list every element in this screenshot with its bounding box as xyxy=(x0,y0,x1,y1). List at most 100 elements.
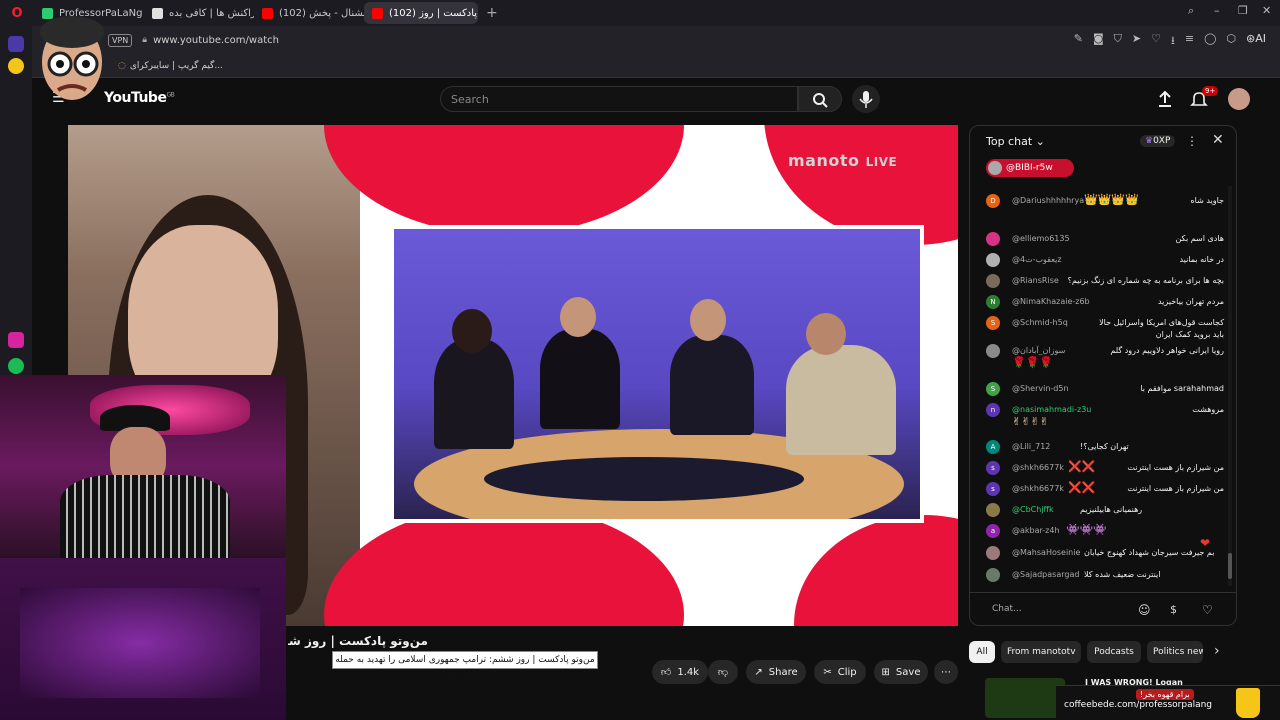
user-avatar[interactable] xyxy=(986,503,1000,517)
username[interactable]: @Lili_712 xyxy=(1012,441,1050,453)
chevron-right-icon[interactable]: › xyxy=(1214,643,1220,659)
bookmark-label: گیم گریپ | سایبرکرای... xyxy=(129,60,223,71)
user-avatar[interactable] xyxy=(986,232,1000,246)
username[interactable]: @NimaKhazaie-z6b xyxy=(1012,296,1090,308)
manoto-logo-text: manoto xyxy=(788,151,860,170)
username[interactable]: @MahsaHoseinie xyxy=(1012,547,1080,559)
username[interactable]: @Shervin-d5n xyxy=(1012,383,1069,395)
tab-3[interactable]: (102) منوتو پادکست | روز xyxy=(364,2,478,24)
heart-icon[interactable]: ♡ xyxy=(1151,32,1161,51)
chat-mode-dropdown[interactable]: Top chat ⌄ xyxy=(986,135,1045,148)
user-avatar[interactable]: s xyxy=(986,461,1000,475)
recommendation-thumbnail[interactable] xyxy=(985,678,1065,718)
username[interactable]: @akbar-z4h xyxy=(1012,525,1060,537)
xp-badge[interactable]: ♛0XP xyxy=(1140,135,1176,147)
profile-icon[interactable]: ◯ xyxy=(1204,32,1216,51)
instagram-icon[interactable] xyxy=(8,332,24,348)
user-avatar[interactable]: D xyxy=(986,194,1000,208)
chat-more-icon[interactable]: ⋮ xyxy=(1186,134,1198,148)
shield-icon[interactable]: ⛉ xyxy=(1114,32,1122,51)
user-avatar[interactable]: n xyxy=(986,403,1000,417)
tab-label: تراکنش ها | کافی بده xyxy=(169,7,254,19)
minimize-icon[interactable]: – xyxy=(1214,4,1220,17)
bookmark-item[interactable]: ◌ گیم گریپ | سایبرکرای... xyxy=(118,61,223,71)
save-label: Save xyxy=(895,666,921,678)
user-avatar[interactable] xyxy=(986,344,1000,358)
save-button[interactable]: ⊞ Save xyxy=(874,660,928,684)
super-chat-icon[interactable]: $ xyxy=(1170,603,1177,616)
notification-badge: 9+ xyxy=(1202,86,1219,96)
chip-podcasts[interactable]: Podcasts xyxy=(1087,641,1141,663)
username[interactable]: @یعقوب-ت4z xyxy=(1012,254,1062,266)
host-2-head xyxy=(560,297,596,337)
aria-icon[interactable] xyxy=(8,36,24,52)
user-avatar[interactable]: a xyxy=(986,524,1000,538)
chip-from-manototv[interactable]: From manototv xyxy=(1001,641,1081,663)
chat-header: Top chat ⌄ ♛0XP ⋮ ✕ xyxy=(970,126,1236,158)
search-icon xyxy=(813,93,828,108)
user-avatar[interactable]: s xyxy=(986,482,1000,496)
close-window-icon[interactable]: ✕ xyxy=(1262,4,1271,17)
maximize-icon[interactable]: ❐ xyxy=(1238,4,1248,17)
extension-icon[interactable]: ⬡ xyxy=(1226,32,1236,51)
pinboard-icon[interactable] xyxy=(8,58,24,74)
voice-search-button[interactable] xyxy=(852,85,880,113)
user-avatar[interactable] xyxy=(986,546,1000,560)
like-button[interactable]: 👍︎ 1.4k xyxy=(652,660,708,684)
chat-scroll-thumb[interactable] xyxy=(1228,553,1232,579)
youtube-logo[interactable]: YouTubeGB xyxy=(104,90,175,106)
more-actions-button[interactable]: ⋯ xyxy=(934,660,958,684)
username[interactable]: @CbChjffk xyxy=(1012,504,1054,516)
chat-input[interactable]: Chat... xyxy=(992,604,1022,614)
chat-scrollbar[interactable] xyxy=(1228,186,1232,586)
opera-logo-icon[interactable]: O xyxy=(0,6,34,21)
search-input[interactable]: Search xyxy=(440,86,798,112)
camera-icon[interactable]: ◙ xyxy=(1093,32,1104,51)
username[interactable]: @Dariushhhhhrya xyxy=(1012,195,1084,207)
url-field[interactable]: www.youtube.com/watch xyxy=(153,35,279,46)
pinned-user-chip[interactable]: @BIBI-r5w xyxy=(986,159,1074,177)
tab-2[interactable]: (102) ایران اینترنشنال - پخش xyxy=(254,2,364,24)
room-light xyxy=(20,588,260,698)
username[interactable]: @Sajadpasargad xyxy=(1012,569,1079,581)
chip-all[interactable]: All xyxy=(969,641,995,663)
close-icon[interactable]: ✕ xyxy=(1212,132,1224,148)
user-avatar[interactable]: A xyxy=(986,440,1000,454)
menu-icon[interactable]: ≡ xyxy=(1185,32,1194,51)
upload-icon[interactable] xyxy=(1156,90,1174,108)
user-avatar[interactable] xyxy=(986,568,1000,582)
new-tab-button[interactable]: + xyxy=(478,5,506,21)
user-avatar[interactable]: S xyxy=(986,382,1000,396)
user-avatar[interactable] xyxy=(986,274,1000,288)
host-4-head xyxy=(806,313,846,355)
xp-value: 0XP xyxy=(1153,136,1171,146)
username[interactable]: @Schmid-h5q xyxy=(1012,317,1068,329)
podcast-studio-feed xyxy=(390,225,924,523)
download-icon[interactable]: ⭳ xyxy=(1171,32,1175,51)
chip-politics-news[interactable]: Politics new xyxy=(1147,641,1203,663)
clip-button[interactable]: ✂ Clip xyxy=(814,660,866,684)
dislike-button[interactable]: 👎︎ xyxy=(708,660,738,684)
avatar[interactable] xyxy=(1228,88,1250,110)
user-avatar[interactable]: N xyxy=(986,295,1000,309)
username[interactable]: @elliemo6135 xyxy=(1012,233,1070,245)
vpn-badge[interactable]: VPN xyxy=(108,33,133,47)
send-icon[interactable]: ➤ xyxy=(1132,32,1141,51)
search-button[interactable] xyxy=(798,86,842,112)
username[interactable]: @shkh6677k xyxy=(1012,462,1064,474)
edit-icon[interactable]: ✎ xyxy=(1074,32,1083,51)
search-tabs-icon[interactable]: ⌕ xyxy=(1188,4,1194,18)
username[interactable]: @RiansRise xyxy=(1012,275,1059,287)
user-avatar[interactable]: S xyxy=(986,316,1000,330)
emoji-picker-icon[interactable]: ☺ xyxy=(1138,603,1151,617)
site-icon xyxy=(152,7,163,19)
user-avatar[interactable] xyxy=(986,253,1000,267)
username[interactable]: @shkh6677k xyxy=(1012,483,1064,495)
message-text: رهنمیانی هابیلنیزیم xyxy=(1080,505,1143,514)
tab-1[interactable]: تراکنش ها | کافی بده xyxy=(144,2,254,24)
lock-icon[interactable]: 🔒︎ xyxy=(142,35,147,45)
heart-icon[interactable]: ♡ xyxy=(1202,603,1213,617)
share-button[interactable]: ↗ Share xyxy=(746,660,806,684)
spotify-icon[interactable] xyxy=(8,358,24,374)
ai-icon[interactable]: ⊛AI xyxy=(1246,32,1266,51)
